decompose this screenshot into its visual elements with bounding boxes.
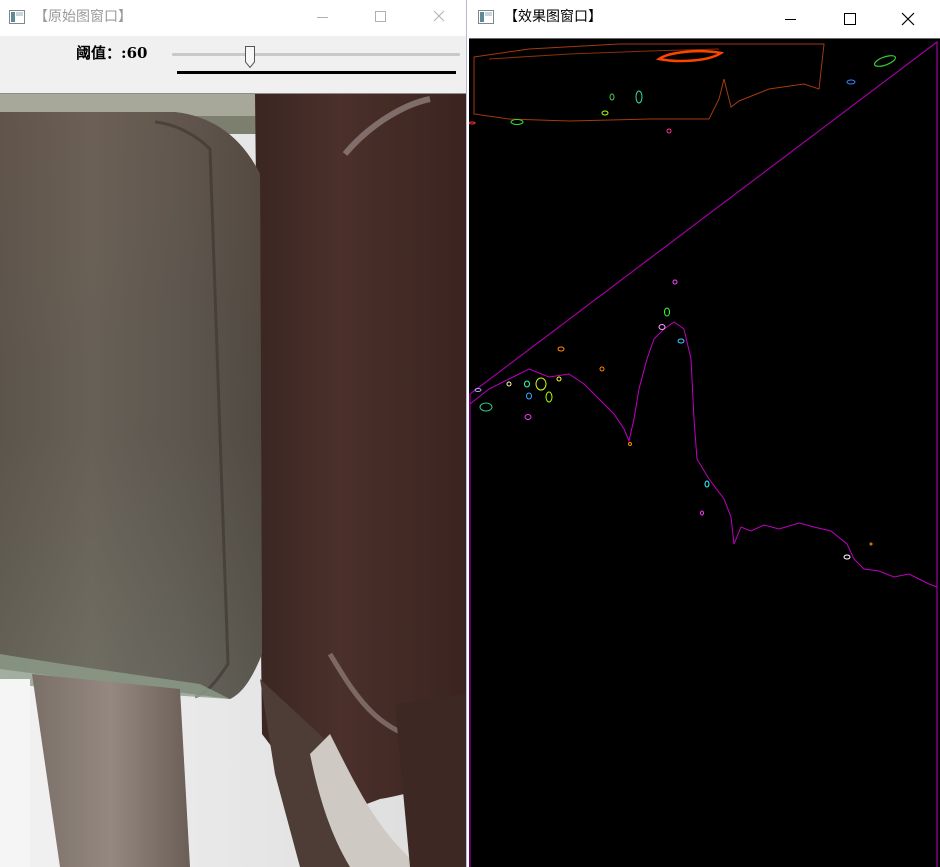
minimize-icon (785, 19, 796, 20)
threshold-label: 阈值：:60 (76, 44, 148, 62)
minimize-icon (317, 17, 328, 18)
close-icon (433, 10, 445, 22)
close-button[interactable] (409, 0, 466, 36)
app-icon (9, 10, 25, 24)
maximize-button[interactable] (821, 0, 879, 36)
title-bar[interactable]: 【原始图窗口】 (0, 0, 466, 36)
threshold-slider-track[interactable] (172, 53, 460, 56)
maximize-button[interactable] (351, 0, 409, 36)
maximize-icon (844, 13, 856, 25)
trackbar-underline (177, 71, 456, 74)
app-icon (478, 10, 494, 24)
maximize-icon (375, 11, 386, 22)
source-photo (0, 94, 466, 867)
minimize-button[interactable] (763, 0, 821, 36)
close-icon (901, 12, 915, 26)
contour-canvas (469, 38, 940, 867)
source-image-window: 【原始图窗口】 阈值：:60 (0, 0, 466, 867)
close-button[interactable] (879, 0, 937, 36)
window-title: 【原始图窗口】 (34, 9, 132, 25)
window-title: 【效果图窗口】 (504, 9, 602, 25)
threshold-slider-thumb[interactable] (244, 46, 255, 69)
result-image-window: 【效果图窗口】 (466, 0, 940, 867)
minimize-button[interactable] (293, 0, 351, 36)
title-bar[interactable]: 【效果图窗口】 (467, 0, 940, 36)
trackbar-panel: 阈值：:60 (0, 36, 466, 94)
